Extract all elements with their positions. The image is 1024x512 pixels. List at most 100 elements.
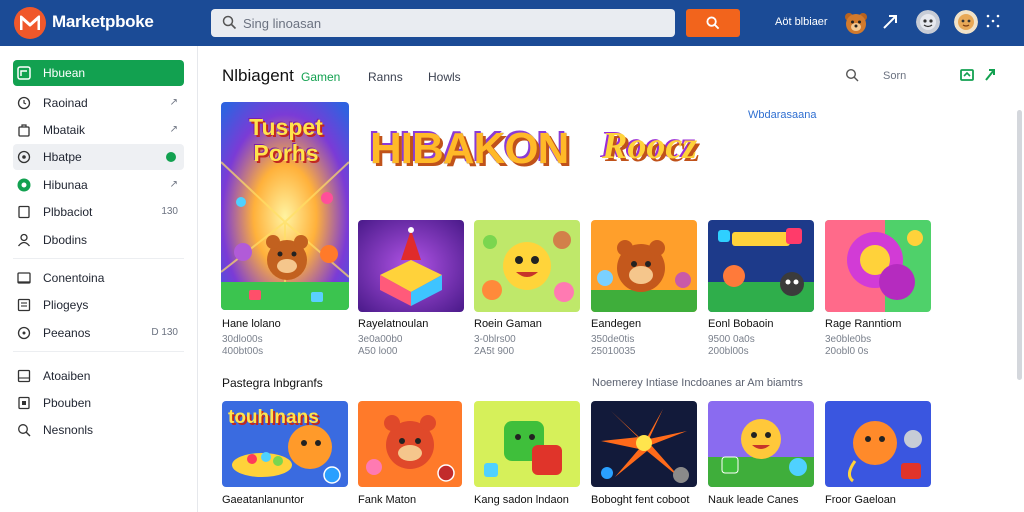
game-meta: 25010035 xyxy=(591,346,636,357)
game-card[interactable] xyxy=(825,220,931,312)
sort-button[interactable]: Sorn xyxy=(883,70,906,82)
tab-ranns[interactable]: Ranns xyxy=(368,70,403,84)
game-meta: 20obl0 0s xyxy=(825,346,869,357)
search-bar[interactable] xyxy=(211,9,675,37)
banner-title-right: Roocz xyxy=(602,125,697,167)
game-title[interactable]: Eonl Bobaoin xyxy=(708,318,773,330)
sidebar-item-label: Atoaiben xyxy=(43,369,91,383)
sidebar-item-persons[interactable]: Peeanos D 130 xyxy=(13,320,184,346)
game-title[interactable]: Hane lolano xyxy=(222,318,281,330)
sidebar-item-label: Plbbaciot xyxy=(43,205,93,219)
person-icon xyxy=(17,233,31,247)
game-meta: 400bt00s xyxy=(222,346,264,357)
sidebar-divider xyxy=(13,258,184,259)
game-card[interactable] xyxy=(708,401,814,487)
game-title[interactable]: Kang sadon lndaon xyxy=(474,494,569,506)
sidebar-item-pbouben[interactable]: Pbouben xyxy=(13,390,184,416)
game-title[interactable]: Boboght fent coboot xyxy=(591,494,689,506)
game-title[interactable]: Nauk leade Canes xyxy=(708,494,799,506)
sidebar-item-achieved[interactable]: Atoaiben xyxy=(13,363,184,389)
sidebar-item-label: Mbataik xyxy=(43,123,86,137)
game-art xyxy=(591,220,697,312)
logo-icon[interactable] xyxy=(14,7,46,39)
game-meta: A50 lo00 xyxy=(358,346,398,357)
game-title[interactable]: Gaeatanlanuntor xyxy=(222,494,304,506)
game-meta: 350de0tis xyxy=(591,334,635,345)
gallery-icon xyxy=(17,369,31,383)
page-icon xyxy=(18,396,30,410)
game-badge-text: touhlnans xyxy=(228,407,319,428)
game-title[interactable]: Roein Gaman xyxy=(474,318,542,330)
game-title[interactable]: Froor Gaeloan xyxy=(825,494,896,506)
share-icon[interactable] xyxy=(960,67,998,83)
sidebar-item-search[interactable]: Nesnonls xyxy=(13,417,184,443)
search-button[interactable] xyxy=(686,9,740,37)
game-card[interactable] xyxy=(591,220,697,312)
search-input[interactable] xyxy=(243,14,663,32)
game-title[interactable]: Rayelatnoulan xyxy=(358,318,428,330)
expand-icon[interactable] xyxy=(880,12,900,32)
sidebar-item-label: Raoinad xyxy=(43,96,88,110)
game-meta: 3e0ble0bs xyxy=(825,334,872,345)
bag-icon xyxy=(18,124,30,137)
section-link[interactable]: Noemerey Intiase Incdoanes ar Am biamtrs xyxy=(592,377,803,389)
sidebar: Hbuean Raoinad ↗ Mbataik ↗ Hbatpe Hibuna… xyxy=(0,46,198,512)
promo-banner[interactable]: HIBAKON Roocz xyxy=(366,118,746,198)
top-bar: Marketpboke Aöt blbiaer xyxy=(0,0,1024,46)
tab-howls[interactable]: Howls xyxy=(428,70,461,84)
sidebar-item-recent[interactable]: Raoinad ↗ xyxy=(13,90,184,116)
game-art xyxy=(708,220,814,312)
sidebar-item-label: Hibunaa xyxy=(43,178,88,192)
square-icon xyxy=(18,205,30,219)
game-card[interactable] xyxy=(825,401,931,487)
sidebar-item-progress[interactable]: Pliogeys xyxy=(13,292,184,318)
game-art xyxy=(708,401,814,487)
sidebar-item-label: Hbatpe xyxy=(43,150,82,164)
tab-games[interactable]: Gamen xyxy=(301,70,340,84)
game-art xyxy=(474,401,580,487)
game-art xyxy=(358,220,464,312)
search-icon xyxy=(18,424,31,437)
sidebar-item-hibunaa[interactable]: Hibunaa ↗ xyxy=(13,172,184,198)
game-title[interactable]: Eandegen xyxy=(591,318,641,330)
banner-link[interactable]: Wbdarasaana xyxy=(748,109,817,121)
search-icon[interactable] xyxy=(845,68,859,82)
sidebar-item-label: Conentoina xyxy=(43,271,105,285)
sidebar-item-label: Nesnonls xyxy=(43,423,94,437)
page-title: Nlbiagent xyxy=(222,66,294,85)
sidebar-item-market[interactable]: Mbataik ↗ xyxy=(13,117,184,143)
game-art xyxy=(825,220,931,312)
apps-grid-icon[interactable] xyxy=(985,13,1001,29)
sidebar-item-label: Peeanos xyxy=(43,326,91,340)
section-title: Pastegra lnbgranfs xyxy=(222,376,323,390)
game-card[interactable] xyxy=(358,401,462,487)
search-icon xyxy=(222,15,237,30)
game-card[interactable]: touhlnans xyxy=(222,401,348,487)
sidebar-item-playback[interactable]: Plbbaciot 130 xyxy=(13,199,184,225)
game-title[interactable]: Rage Ranntiom xyxy=(825,318,901,330)
game-art xyxy=(591,401,697,487)
sidebar-item-hotpe[interactable]: Hbatpe xyxy=(13,144,184,170)
game-card[interactable] xyxy=(474,220,580,312)
account-link[interactable]: Aöt blbiaer xyxy=(775,16,828,28)
sidebar-item-contents[interactable]: Conentoina xyxy=(13,265,184,291)
game-card[interactable] xyxy=(708,220,814,312)
game-meta: 3e0a00b0 xyxy=(358,334,403,345)
home-icon xyxy=(17,66,31,80)
featured-game-card[interactable]: Tuspet Porhs xyxy=(221,102,349,310)
game-card[interactable] xyxy=(358,220,464,312)
user-avatar-icon[interactable] xyxy=(954,10,978,34)
bear-avatar-icon[interactable] xyxy=(843,10,869,36)
sidebar-item-downloads[interactable]: Dbodins xyxy=(13,227,184,253)
game-card[interactable] xyxy=(591,401,697,487)
game-title[interactable]: Fank Maton xyxy=(358,494,416,506)
green-dot-icon xyxy=(166,152,176,162)
sidebar-item-home[interactable]: Hbuean xyxy=(13,60,184,86)
sidebar-item-label: Pliogeys xyxy=(43,298,89,312)
game-card[interactable] xyxy=(474,401,580,487)
brand-name[interactable]: Marketpboke xyxy=(52,12,154,32)
sidebar-item-trail: ↗ xyxy=(169,97,178,108)
robot-avatar-icon[interactable] xyxy=(916,10,940,34)
scrollbar[interactable] xyxy=(1017,110,1022,380)
card-icon xyxy=(17,272,31,284)
